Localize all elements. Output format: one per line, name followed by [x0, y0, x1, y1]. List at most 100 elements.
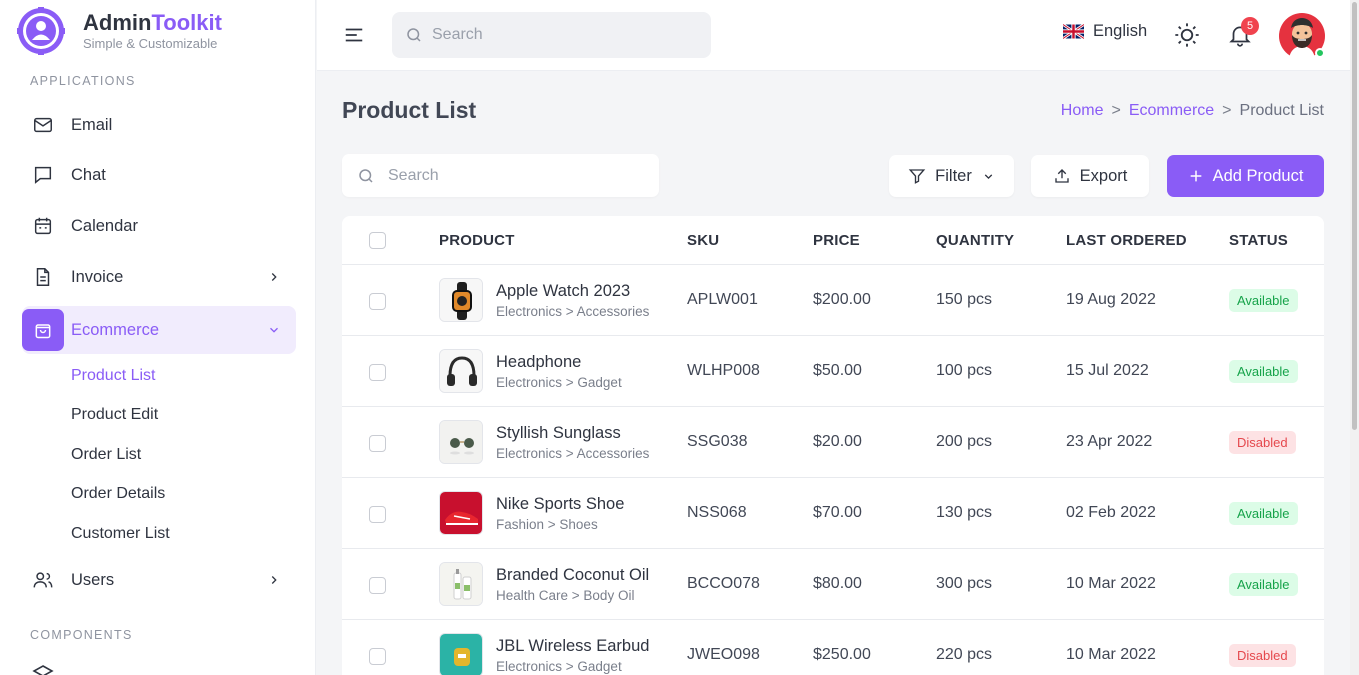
product-thumbnail	[439, 562, 483, 606]
product-name[interactable]: JBL Wireless Earbud	[496, 637, 649, 656]
language-selector[interactable]: English	[1063, 22, 1147, 41]
product-name[interactable]: Nike Sports Shoe	[496, 495, 624, 514]
product-price: $200.00	[813, 291, 871, 308]
product-sku: NSS068	[687, 504, 747, 521]
upload-icon	[1054, 169, 1069, 183]
product-category: Electronics > Gadget	[496, 659, 622, 674]
filter-button[interactable]: Filter	[889, 155, 1014, 197]
table-row[interactable]: Branded Coconut Oil Health Care > Body O…	[342, 549, 1324, 620]
product-search-input[interactable]	[388, 166, 618, 185]
select-all-checkbox[interactable]	[369, 232, 386, 249]
product-category: Fashion > Shoes	[496, 517, 598, 532]
sidebar-item-calendar[interactable]: Calendar	[22, 202, 296, 250]
column-header-sku[interactable]: SKU	[687, 232, 719, 249]
earbud-case-image	[440, 634, 482, 675]
headphone-image	[440, 350, 482, 392]
plus-icon	[1190, 170, 1201, 182]
filter-icon	[908, 169, 926, 184]
product-quantity: 100 pcs	[936, 362, 993, 379]
product-thumbnail	[439, 420, 483, 464]
status-badge: Disabled	[1229, 431, 1296, 454]
breadcrumb-ecommerce[interactable]: Ecommerce	[1129, 102, 1214, 120]
product-category: Electronics > Gadget	[496, 375, 622, 390]
section-title-applications: APPLICATIONS	[30, 74, 136, 88]
column-header-price[interactable]: PRICE	[813, 232, 860, 249]
product-sku: BCCO078	[687, 575, 760, 592]
product-quantity: 220 pcs	[936, 646, 993, 663]
product-last-ordered: 19 Aug 2022	[1066, 291, 1156, 308]
product-sku: WLHP008	[687, 362, 760, 379]
product-category: Electronics > Accessories	[496, 304, 650, 319]
page-title: Product List	[342, 97, 477, 123]
table-header: PRODUCT SKU PRICE QUANTITY LAST ORDERED …	[342, 216, 1324, 265]
product-quantity: 130 pcs	[936, 504, 993, 521]
global-search-input[interactable]	[432, 26, 662, 44]
table-row[interactable]: JBL Wireless Earbud Electronics > Gadget…	[342, 620, 1324, 675]
notification-bell[interactable]: 5	[1227, 17, 1259, 54]
product-sku: JWEO098	[687, 646, 760, 663]
table-row[interactable]: Styllish Sunglass Electronics > Accessor…	[342, 407, 1324, 478]
product-price: $250.00	[813, 646, 871, 663]
product-name[interactable]: Apple Watch 2023	[496, 282, 630, 301]
sidebar-item-users[interactable]: Users	[22, 556, 296, 604]
table-row[interactable]: Nike Sports Shoe Fashion > Shoes NSS068 …	[342, 478, 1324, 549]
row-checkbox[interactable]	[369, 648, 386, 665]
column-header-status[interactable]: STATUS	[1229, 232, 1288, 249]
column-header-last-ordered[interactable]: LAST ORDERED	[1066, 232, 1187, 249]
global-search[interactable]	[392, 12, 711, 58]
column-header-product[interactable]: PRODUCT	[439, 232, 515, 249]
product-table: PRODUCT SKU PRICE QUANTITY LAST ORDERED …	[342, 216, 1324, 675]
components-icon	[32, 665, 54, 675]
add-product-label: Add Product	[1212, 166, 1304, 185]
brand[interactable]: AdminToolkit Simple & Customizable	[16, 5, 222, 57]
row-checkbox[interactable]	[369, 364, 386, 381]
avatar[interactable]	[1279, 13, 1325, 59]
sidebar-item-label: Email	[71, 115, 113, 134]
submenu-item-product-list[interactable]: Product List	[71, 367, 155, 385]
table-row[interactable]: Apple Watch 2023 Electronics > Accessori…	[342, 265, 1324, 336]
product-sku: APLW001	[687, 291, 758, 308]
chevron-right-icon	[260, 566, 288, 594]
product-name[interactable]: Headphone	[496, 353, 581, 372]
sidebar-item-label: Invoice	[71, 267, 124, 286]
sun-icon[interactable]	[1173, 21, 1201, 54]
row-checkbox[interactable]	[369, 506, 386, 523]
table-row[interactable]: Headphone Electronics > Gadget WLHP008 $…	[342, 336, 1324, 407]
sidebar-item-label: Ecommerce	[71, 320, 160, 339]
page-scrollbar[interactable]	[1350, 0, 1359, 675]
submenu-item-customer-list[interactable]: Customer List	[71, 525, 170, 543]
row-checkbox[interactable]	[369, 435, 386, 452]
export-button[interactable]: Export	[1031, 155, 1149, 197]
product-name[interactable]: Styllish Sunglass	[496, 424, 621, 443]
sidebar-item-email[interactable]: Email	[22, 101, 296, 149]
oil-bottle-image	[440, 563, 482, 605]
breadcrumb-home[interactable]: Home	[1061, 102, 1104, 120]
row-checkbox[interactable]	[369, 293, 386, 310]
sidebar-item-invoice[interactable]: Invoice	[22, 253, 296, 301]
chat-icon	[22, 154, 64, 196]
calendar-icon	[22, 205, 64, 247]
submenu-item-product-edit[interactable]: Product Edit	[71, 406, 158, 424]
product-search[interactable]	[342, 154, 659, 197]
product-last-ordered: 10 Mar 2022	[1066, 575, 1156, 592]
column-header-quantity[interactable]: QUANTITY	[936, 232, 1014, 249]
product-name[interactable]: Branded Coconut Oil	[496, 566, 649, 585]
export-label: Export	[1079, 166, 1128, 185]
scrollbar-thumb[interactable]	[1352, 2, 1357, 430]
status-badge: Available	[1229, 360, 1298, 383]
submenu-item-order-details[interactable]: Order Details	[71, 485, 165, 503]
row-checkbox[interactable]	[369, 577, 386, 594]
sidebar-item-ecommerce[interactable]: Ecommerce	[22, 306, 296, 354]
product-thumbnail	[439, 633, 483, 675]
add-product-button[interactable]: Add Product	[1167, 155, 1324, 197]
chevron-down-icon	[260, 316, 288, 344]
status-badge: Disabled	[1229, 644, 1296, 667]
sidebar-item-chat[interactable]: Chat	[22, 151, 296, 199]
chevron-right-icon	[260, 263, 288, 291]
breadcrumb: Home > Ecommerce > Product List	[1061, 102, 1324, 120]
smartwatch-image	[440, 279, 482, 321]
menu-toggle-icon[interactable]	[343, 24, 365, 51]
language-label: English	[1093, 22, 1148, 40]
product-last-ordered: 02 Feb 2022	[1066, 504, 1156, 521]
submenu-item-order-list[interactable]: Order List	[71, 446, 141, 464]
